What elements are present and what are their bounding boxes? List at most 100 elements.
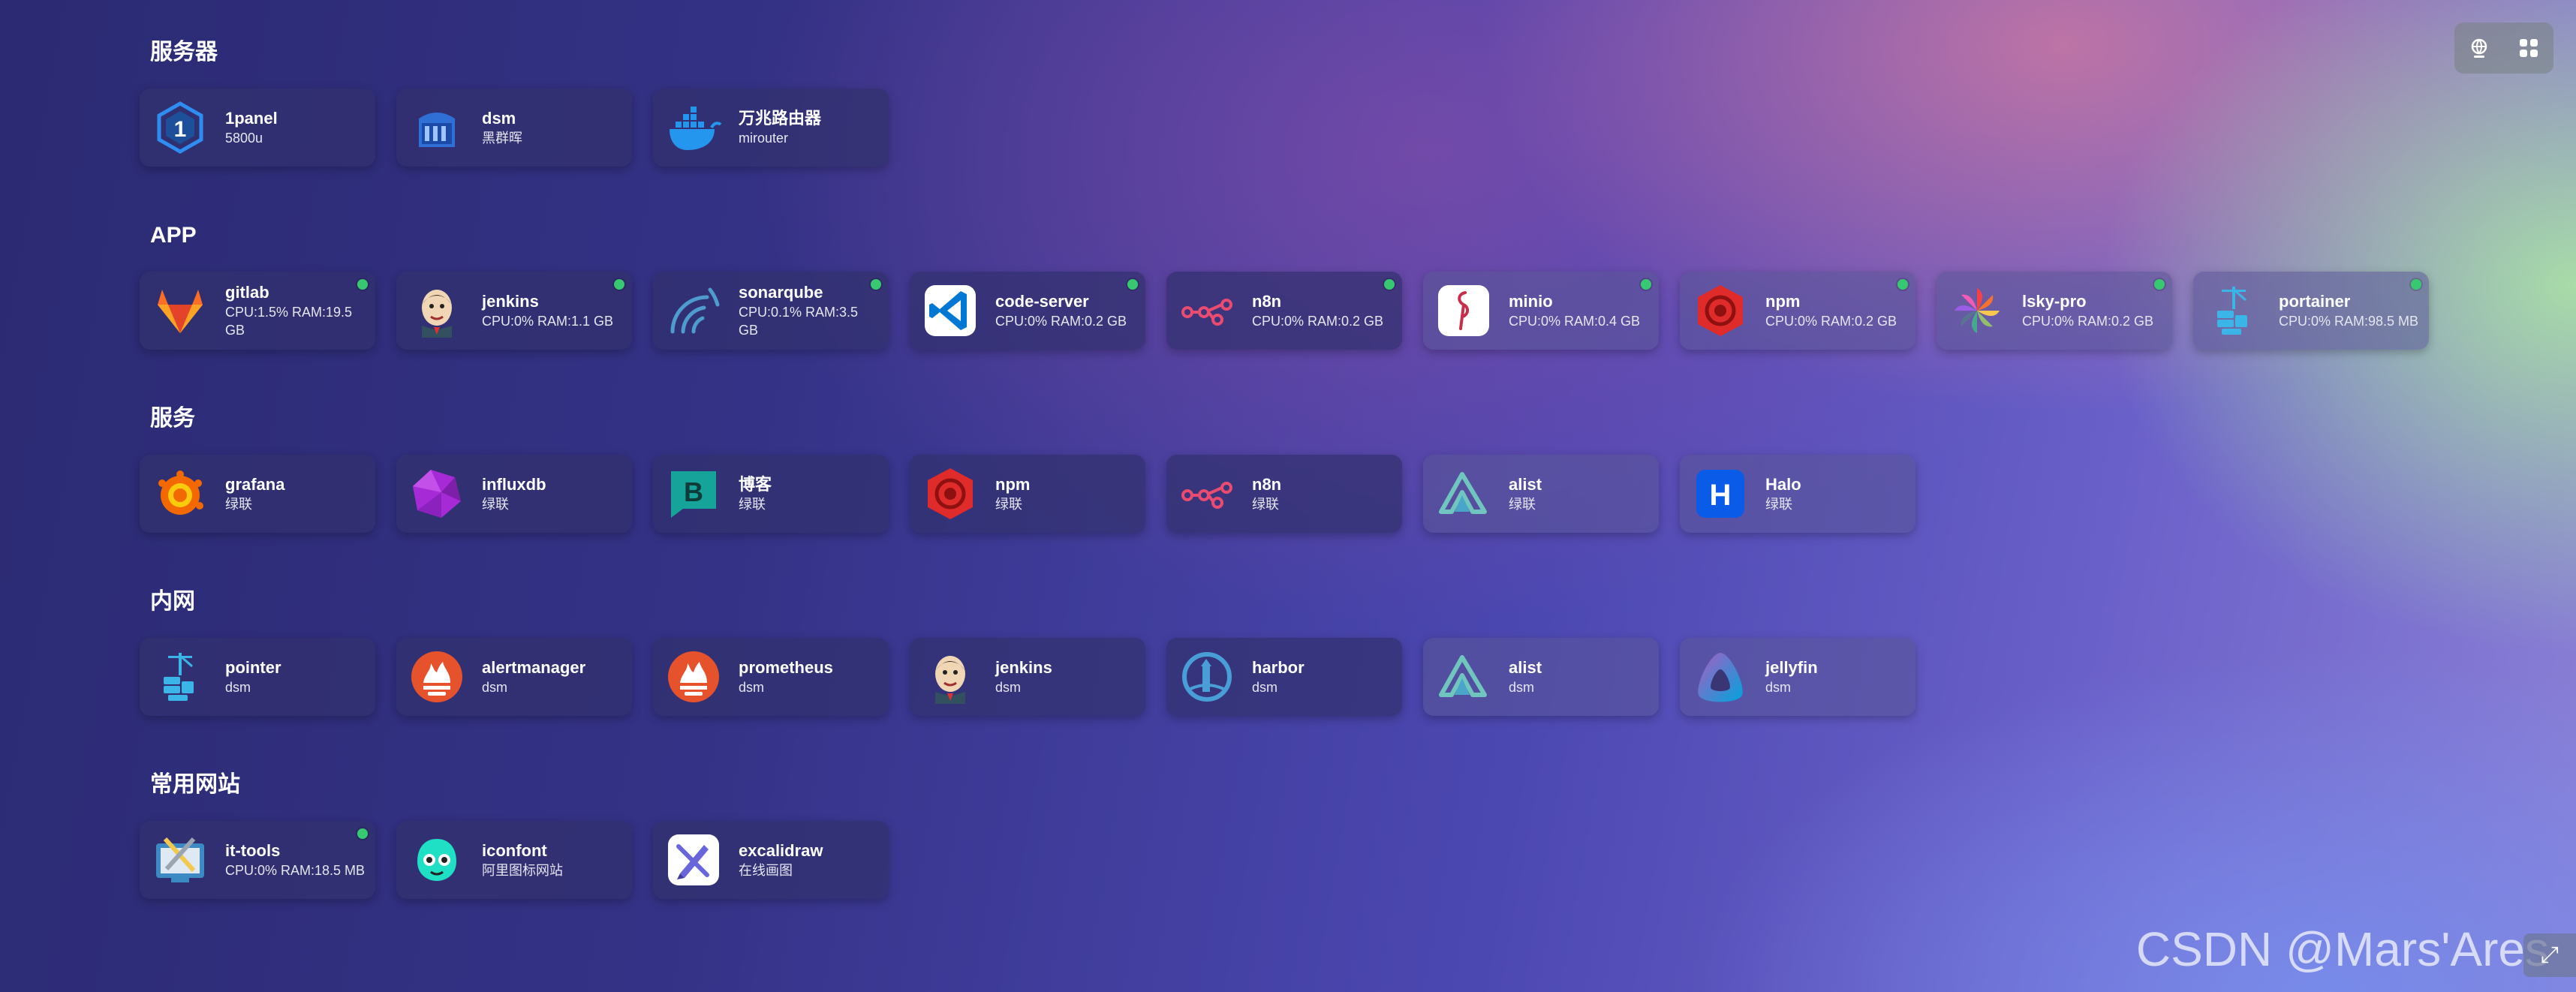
group-cards: it-tools CPU:0% RAM:18.5 MB iconfont 阿里图标网站…: [140, 821, 2429, 899]
app-card-jenkins[interactable]: jenkins dsm: [910, 638, 1145, 716]
jenkins-icon: [408, 282, 465, 339]
card-text: jellyfin dsm: [1765, 657, 1908, 696]
card-text: grafana 绿联: [225, 474, 368, 513]
alist-icon: [1435, 465, 1492, 522]
app-name: prometheus: [739, 658, 833, 677]
app-card-prometheus[interactable]: prometheus dsm: [653, 638, 889, 716]
app-card-it-tools[interactable]: it-tools CPU:0% RAM:18.5 MB: [140, 821, 375, 899]
group-4: 常用网站 it-tools CPU:0% RAM:18.5 MB iconfont 阿里…: [140, 770, 2429, 899]
app-subtitle: CPU:0% RAM:18.5 MB: [225, 863, 366, 878]
app-subtitle: dsm: [739, 680, 765, 695]
app-subtitle: CPU:0% RAM:0.2 GB: [1765, 314, 1897, 329]
app-name: grafana: [225, 475, 285, 494]
card-text: iconfont 阿里图标网站: [482, 840, 624, 879]
iconfont-icon: [408, 831, 465, 888]
app-subtitle: 黑群晖: [482, 131, 522, 146]
card-text: portainer CPU:0% RAM:98.5 MB: [2279, 291, 2421, 330]
app-card-dsm[interactable]: dsm 黑群晖: [396, 89, 632, 167]
it-tools-icon: [152, 831, 209, 888]
app-card-npm[interactable]: npm CPU:0% RAM:0.2 GB: [1680, 272, 1915, 350]
app-card-pointer[interactable]: pointer dsm: [140, 638, 375, 716]
app-card-博客[interactable]: B 博客 绿联: [653, 455, 889, 533]
blog-b-icon: B: [665, 465, 722, 522]
svg-text:1: 1: [174, 117, 187, 142]
n8n-icon: [1178, 465, 1235, 522]
card-text: sonarqube CPU:0.1% RAM:3.5 GB: [739, 282, 881, 339]
app-card-n8n[interactable]: n8n CPU:0% RAM:0.2 GB: [1166, 272, 1402, 350]
app-card-minio[interactable]: minio CPU:0% RAM:0.4 GB: [1423, 272, 1659, 350]
harbor-icon: [1178, 648, 1235, 705]
app-card-gitlab[interactable]: gitlab CPU:1.5% RAM:19.5 GB: [140, 272, 375, 350]
app-card-harbor[interactable]: harbor dsm: [1166, 638, 1402, 716]
app-name: alist: [1509, 475, 1542, 494]
card-text: alist dsm: [1509, 657, 1651, 696]
app-subtitle: CPU:0% RAM:1.1 GB: [482, 314, 614, 329]
card-text: n8n 绿联: [1252, 474, 1395, 513]
card-text: jenkins CPU:0% RAM:1.1 GB: [482, 291, 624, 330]
app-name: Halo: [1765, 475, 1801, 494]
status-dot: [357, 828, 368, 839]
group-title: 常用网站: [150, 772, 240, 797]
app-card-万兆路由器[interactable]: 万兆路由器 mirouter: [653, 89, 889, 167]
card-text: 万兆路由器 mirouter: [739, 108, 881, 147]
group-cards: grafana 绿联 influxdb 绿联 B 博客 绿联 npm 绿联 n8n 绿联 alist 绿…: [140, 455, 2429, 533]
app-card-grafana[interactable]: grafana 绿联: [140, 455, 375, 533]
app-subtitle: dsm: [1252, 680, 1278, 695]
grid-icon[interactable]: [2514, 33, 2544, 63]
app-card-iconfont[interactable]: iconfont 阿里图标网站: [396, 821, 632, 899]
group-2: 服务 grafana 绿联 influxdb 绿联 B 博客 绿联 npm 绿联 n8n 绿联 alis…: [140, 404, 2429, 533]
excalidraw-icon: [665, 831, 722, 888]
app-subtitle: dsm: [225, 680, 251, 695]
jellyfin-icon: [1692, 648, 1749, 705]
card-text: dsm 黑群晖: [482, 108, 624, 147]
app-name: sonarqube: [739, 283, 823, 302]
status-dot: [871, 279, 881, 290]
prometheus-icon: [665, 648, 722, 705]
portainer-icon: [2205, 282, 2262, 339]
app-card-influxdb[interactable]: influxdb 绿联: [396, 455, 632, 533]
app-card-jenkins[interactable]: jenkins CPU:0% RAM:1.1 GB: [396, 272, 632, 350]
app-card-alist[interactable]: alist 绿联: [1423, 455, 1659, 533]
app-card-Halo[interactable]: H Halo 绿联: [1680, 455, 1915, 533]
alist-icon: [1435, 648, 1492, 705]
group-cards: pointer dsm alertmanager dsm prometheus dsm je…: [140, 638, 2429, 716]
influxdb-icon: [408, 465, 465, 522]
app-card-n8n[interactable]: n8n 绿联: [1166, 455, 1402, 533]
app-subtitle: 绿联: [225, 497, 252, 512]
app-subtitle: CPU:1.5% RAM:19.5 GB: [225, 305, 353, 338]
app-name: code-server: [995, 292, 1089, 311]
app-subtitle: mirouter: [739, 131, 789, 146]
app-subtitle: CPU:0% RAM:0.2 GB: [1252, 314, 1384, 329]
corner-button[interactable]: ⤢: [2523, 933, 2576, 977]
app-name: npm: [1765, 292, 1801, 311]
status-dot: [1384, 279, 1395, 290]
gitlab-icon: [152, 282, 209, 339]
minio-icon: [1435, 282, 1492, 339]
group-cards: 1 1panel 5800u dsm 黑群晖 万兆路由器 mirouter: [140, 89, 2429, 167]
card-text: jenkins dsm: [995, 657, 1138, 696]
app-subtitle: 绿联: [739, 497, 766, 512]
app-card-1panel[interactable]: 1 1panel 5800u: [140, 89, 375, 167]
app-name: influxdb: [482, 475, 546, 494]
app-name: npm: [995, 475, 1031, 494]
app-card-lsky-pro[interactable]: lsky-pro CPU:0% RAM:0.2 GB: [1937, 272, 2172, 350]
card-text: code-server CPU:0% RAM:0.2 GB: [995, 291, 1138, 330]
card-text: harbor dsm: [1252, 657, 1395, 696]
app-card-npm[interactable]: npm 绿联: [910, 455, 1145, 533]
app-card-excalidraw[interactable]: excalidraw 在线画图: [653, 821, 889, 899]
app-card-portainer[interactable]: portainer CPU:0% RAM:98.5 MB: [2193, 272, 2429, 350]
app-subtitle: 阿里图标网站: [482, 863, 563, 878]
docker-icon: [665, 99, 722, 156]
dashboard-content: 服务器 1 1panel 5800u dsm 黑群晖 万兆路由器 mirouter APP git…: [140, 38, 2429, 953]
app-card-alist[interactable]: alist dsm: [1423, 638, 1659, 716]
app-card-alertmanager[interactable]: alertmanager dsm: [396, 638, 632, 716]
app-card-code-server[interactable]: code-server CPU:0% RAM:0.2 GB: [910, 272, 1145, 350]
app-name: excalidraw: [739, 841, 823, 860]
group-1: APP gitlab CPU:1.5% RAM:19.5 GB jenkins CPU:…: [140, 221, 2429, 350]
app-card-sonarqube[interactable]: sonarqube CPU:0.1% RAM:3.5 GB: [653, 272, 889, 350]
nas-icon: [408, 99, 465, 156]
globe-icon[interactable]: [2464, 33, 2494, 63]
card-text: alertmanager dsm: [482, 657, 624, 696]
app-name: 1panel: [225, 109, 278, 128]
app-card-jellyfin[interactable]: jellyfin dsm: [1680, 638, 1915, 716]
